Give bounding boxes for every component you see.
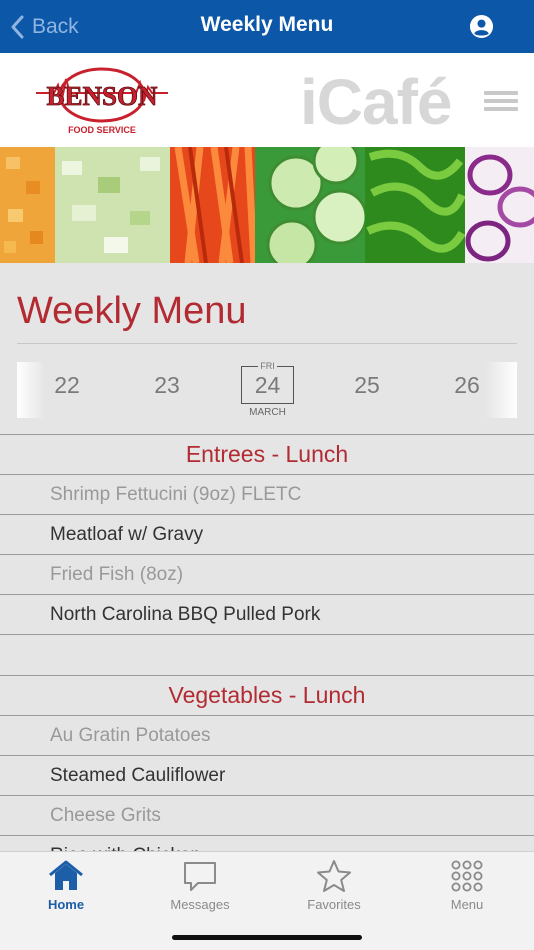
- date-item[interactable]: 23: [137, 372, 197, 399]
- tab-messages[interactable]: Messages: [150, 858, 250, 912]
- brand-bar: BENSON FOOD SERVICE iCafé: [0, 53, 534, 147]
- tab-home-label: Home: [47, 897, 85, 912]
- date-item[interactable]: 22: [37, 372, 97, 399]
- menu-item[interactable]: Cheese Grits: [0, 795, 534, 835]
- menu-item[interactable]: Fried Fish (8oz): [0, 554, 534, 594]
- menu-item[interactable]: Shrimp Fettucini (9oz) FLETC: [0, 474, 534, 514]
- grid-menu-icon: [451, 860, 483, 892]
- tab-favorites-label: Favorites: [307, 897, 361, 912]
- home-icon: [49, 860, 83, 890]
- star-icon: [317, 860, 351, 892]
- weekly-menu-heading: Weekly Menu: [17, 290, 247, 332]
- app-name: iCafé: [300, 66, 452, 138]
- tab-menu[interactable]: Menu: [417, 858, 517, 912]
- svg-text:FOOD SERVICE: FOOD SERVICE: [68, 125, 136, 135]
- selected-day-of-week: FRI: [258, 361, 277, 371]
- menu-item[interactable]: Steamed Cauliflower: [0, 755, 534, 795]
- menu-list: Entrees - Lunch Shrimp Fettucini (9oz) F…: [0, 434, 534, 875]
- home-indicator[interactable]: [172, 935, 362, 940]
- page-title: Weekly Menu: [200, 13, 334, 36]
- selected-month: MARCH: [249, 407, 286, 418]
- section-spacer: [0, 634, 534, 675]
- menu-item[interactable]: North Carolina BBQ Pulled Pork: [0, 594, 534, 634]
- vegetable-banner-image: [0, 147, 534, 263]
- tab-messages-label: Messages: [170, 897, 230, 912]
- date-item[interactable]: 25: [337, 372, 397, 399]
- section-header-vegetables: Vegetables - Lunch: [0, 675, 534, 715]
- tab-favorites[interactable]: Favorites: [284, 858, 384, 912]
- divider: [17, 343, 517, 344]
- scroll-fade-right: [485, 362, 517, 418]
- message-icon: [184, 862, 216, 891]
- menu-item[interactable]: Au Gratin Potatoes: [0, 715, 534, 755]
- date-selector[interactable]: 22 23 FRI 24 MARCH 25 26: [17, 360, 517, 420]
- section-header-entrees: Entrees - Lunch: [0, 434, 534, 474]
- menu-item[interactable]: Meatloaf w/ Gravy: [0, 514, 534, 554]
- selected-date-number[interactable]: 24: [241, 372, 294, 399]
- benson-logo: BENSON FOOD SERVICE: [32, 63, 172, 139]
- weekly-menu-screen: Back Weekly Menu BENSON FOOD SERVICE iCa…: [0, 0, 534, 950]
- svg-text:BENSON: BENSON: [46, 81, 158, 111]
- tab-menu-label: Menu: [450, 897, 484, 912]
- account-circle-icon[interactable]: [469, 14, 494, 39]
- navigation-bar: Back Weekly Menu: [0, 0, 534, 53]
- tab-home[interactable]: Home: [16, 858, 116, 912]
- hamburger-menu-icon[interactable]: [484, 91, 518, 111]
